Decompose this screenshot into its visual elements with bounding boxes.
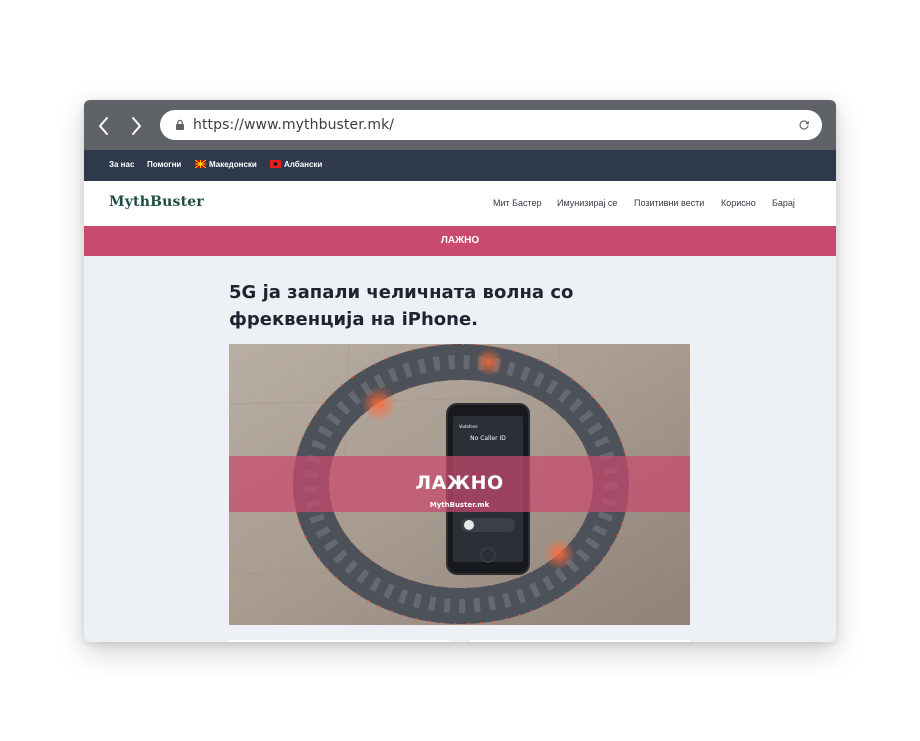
nav-item-search[interactable]: Барај — [772, 198, 795, 208]
reload-icon[interactable] — [798, 119, 810, 131]
verdict-banner: ЛАЖНО — [84, 226, 836, 256]
chevron-right-icon — [132, 117, 141, 135]
back-button[interactable] — [94, 115, 114, 137]
related-card[interactable] — [470, 640, 690, 642]
language-macedonian-link[interactable]: Македонски — [209, 160, 257, 169]
donate-link[interactable]: Помогни — [147, 160, 181, 169]
nav-item-immunize[interactable]: Имунизирај се — [557, 198, 617, 208]
chevron-left-icon — [99, 117, 108, 135]
watermark-text: MythBuster.mk — [429, 501, 490, 509]
nav-item-positive-news[interactable]: Позитивни вести — [634, 198, 704, 208]
related-card[interactable] — [229, 640, 449, 642]
macedonia-flag-icon — [195, 160, 206, 168]
forward-button[interactable] — [126, 115, 146, 137]
article-hero-image[interactable]: Vodafone No Caller ID ЛАЖНО MythBuster.m… — [229, 344, 690, 625]
article-title[interactable]: 5G ја запали челичната волна со фреквенц… — [229, 279, 699, 333]
phone-carrier: Vodafone — [459, 424, 478, 429]
browser-window: https://www.mythbuster.mk/ За нас Помогн… — [84, 100, 836, 642]
top-utility-bar: За нас Помогни Македонски Албански — [84, 150, 836, 181]
lock-icon — [176, 119, 184, 130]
false-stamp-label: ЛАЖНО — [415, 472, 504, 494]
url-text[interactable]: https://www.mythbuster.mk/ — [193, 117, 394, 133]
language-albanian-link[interactable]: Албански — [284, 160, 322, 169]
about-link[interactable]: За нас — [109, 160, 134, 169]
browser-toolbar: https://www.mythbuster.mk/ — [84, 100, 836, 150]
nav-item-useful[interactable]: Корисно — [721, 198, 756, 208]
address-bar[interactable]: https://www.mythbuster.mk/ — [160, 110, 822, 140]
albania-flag-icon — [270, 160, 281, 168]
phone-caller: No Caller ID — [470, 435, 506, 442]
site-header: MythBuster Мит Бастер Имунизирај се Пози… — [84, 181, 836, 226]
site-logo[interactable]: MythBuster — [109, 194, 204, 210]
nav-item-mythbuster[interactable]: Мит Бастер — [493, 198, 542, 208]
